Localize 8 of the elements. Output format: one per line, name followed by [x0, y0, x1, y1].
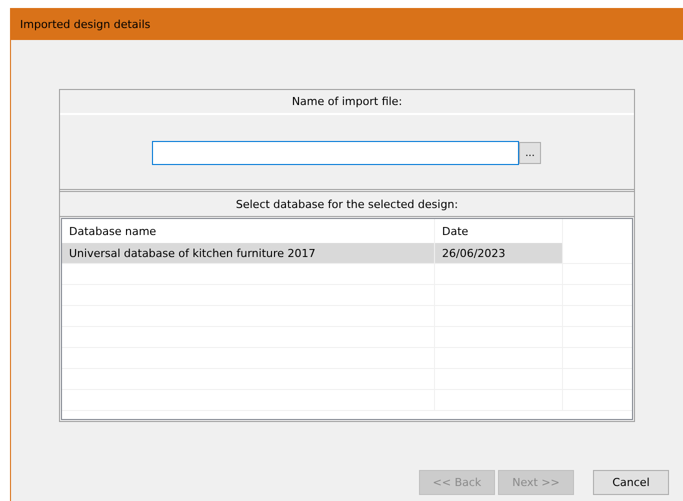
table-cell: 26/06/2023: [435, 243, 563, 263]
cancel-button[interactable]: Cancel: [593, 470, 669, 495]
window-title: Imported design details: [20, 18, 150, 30]
file-name-field[interactable]: [152, 141, 519, 165]
table-row[interactable]: Universal database of kitchen furniture 2017 26/06/2023: [62, 243, 632, 264]
browse-button[interactable]: ...: [519, 142, 541, 164]
section-header: Name of import file:: [60, 90, 634, 115]
table-cell: Universal database of kitchen furniture 2017: [62, 243, 435, 263]
